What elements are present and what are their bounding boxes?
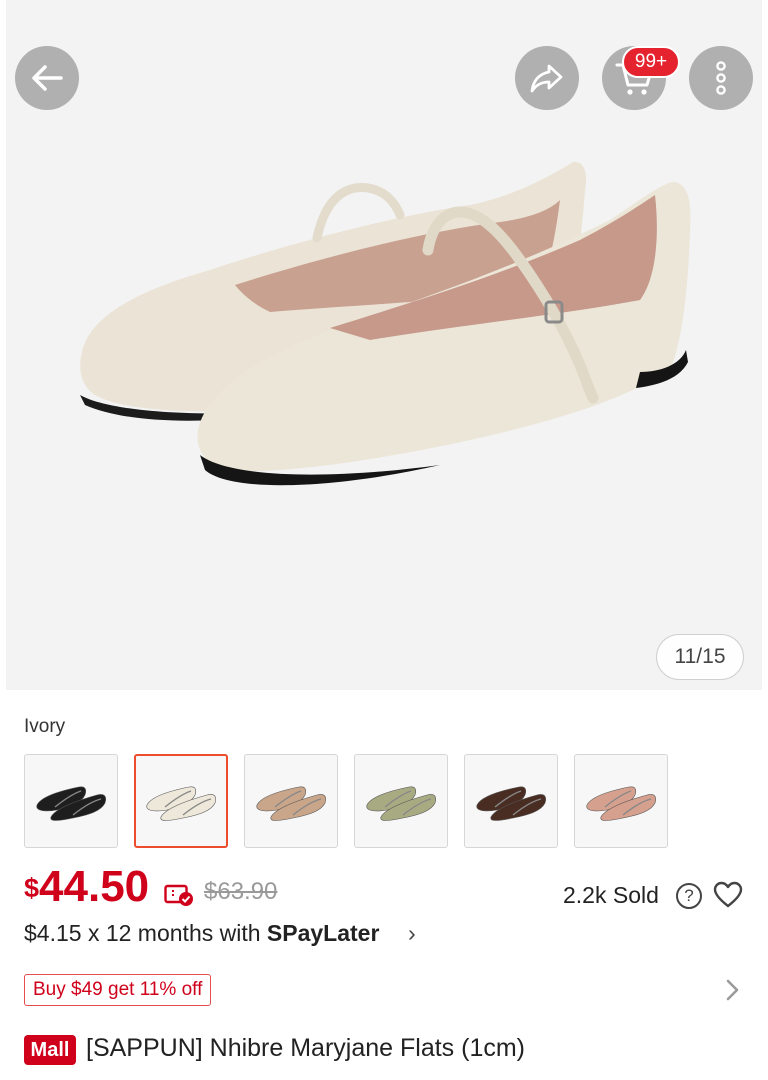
variant-thumbnail xyxy=(476,786,547,821)
variant-swatch-black[interactable] xyxy=(24,754,118,848)
variant-swatch-beige[interactable] xyxy=(244,754,338,848)
chevron-right-icon[interactable] xyxy=(722,975,742,1005)
installment-text: $4.15 x 12 months with xyxy=(24,920,267,946)
variant-swatch-brown[interactable] xyxy=(464,754,558,848)
voucher-icon xyxy=(164,884,193,906)
variant-thumbnail xyxy=(146,786,217,821)
variant-swatch-pink[interactable] xyxy=(574,754,668,848)
variant-swatch-sage[interactable] xyxy=(354,754,448,848)
variant-swatches xyxy=(24,754,668,848)
spaylater-label: SPayLater xyxy=(266,920,380,946)
more-options-button[interactable] xyxy=(689,46,753,110)
promo-tag[interactable]: Buy $49 get 11% off xyxy=(24,974,212,1006)
variant-swatch-ivory[interactable] xyxy=(134,754,228,848)
original-price: $63.90 xyxy=(204,878,278,905)
help-icon[interactable]: ? xyxy=(676,883,702,909)
price-amount: 44.50 xyxy=(39,862,150,911)
image-counter: 11/15 xyxy=(656,634,744,680)
installment-info[interactable]: $4.15 x 12 months with SPayLater xyxy=(24,920,379,947)
share-button[interactable] xyxy=(515,46,579,110)
price-currency: $ xyxy=(24,873,40,903)
selected-variant-label: Ivory xyxy=(24,716,66,737)
back-button[interactable] xyxy=(15,46,79,110)
variant-thumbnail xyxy=(256,786,327,821)
favorite-heart-icon[interactable] xyxy=(713,881,743,909)
cart-count-badge: 99+ xyxy=(622,46,680,78)
mall-badge: Mall xyxy=(24,1035,76,1065)
chevron-right-icon[interactable]: › xyxy=(408,920,416,947)
sold-count: 2.2k Sold xyxy=(563,882,659,908)
variant-thumbnail xyxy=(366,786,437,821)
current-price: $44.50 xyxy=(24,862,149,912)
back-arrow-icon xyxy=(32,65,63,91)
share-icon xyxy=(530,64,563,93)
variant-thumbnail xyxy=(586,786,657,821)
more-vertical-icon xyxy=(716,61,726,95)
variant-thumbnail xyxy=(36,786,107,821)
product-title: [SAPPUN] Nhibre Maryjane Flats (1cm) xyxy=(86,1034,526,1062)
